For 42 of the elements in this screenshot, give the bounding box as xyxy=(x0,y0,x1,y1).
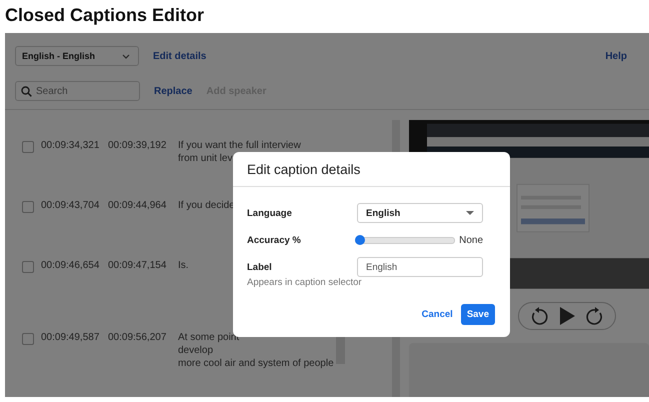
end-time: 00:09:44,964 xyxy=(108,200,168,211)
start-time: 00:09:46,654 xyxy=(41,260,100,271)
checkbox[interactable] xyxy=(22,333,34,345)
start-time: 00:09:34,321 xyxy=(41,140,100,151)
end-time: 00:09:39,192 xyxy=(108,140,168,151)
search-icon xyxy=(21,86,32,97)
language-dropdown[interactable]: English - English xyxy=(15,46,139,66)
rewind-icon[interactable] xyxy=(530,306,548,325)
caption-text: more cool air and system of people xyxy=(178,358,334,369)
start-time: 00:09:49,587 xyxy=(41,332,100,343)
caret-icon xyxy=(466,211,474,215)
end-time: 00:09:56,207 xyxy=(108,332,168,343)
checkbox[interactable] xyxy=(22,201,34,213)
help-link[interactable]: Help xyxy=(605,50,627,62)
field-hint: Appears in caption selector xyxy=(247,277,363,288)
play-icon[interactable] xyxy=(558,306,575,325)
end-time: 00:09:47,154 xyxy=(108,260,168,271)
caption-text: If you want the full interview xyxy=(178,140,301,151)
caption-text: develop xyxy=(178,345,214,356)
action-link[interactable]: Replace xyxy=(154,86,192,96)
page-title: Closed Captions Editor xyxy=(4,4,206,27)
slider[interactable] xyxy=(355,236,456,244)
field-label: Accuracy % xyxy=(247,234,302,246)
caption-text: Is. xyxy=(178,260,189,271)
field-label: Label xyxy=(247,262,273,272)
forward-icon[interactable] xyxy=(586,306,604,325)
save-button[interactable]: Save xyxy=(460,304,495,325)
checkbox[interactable] xyxy=(22,261,34,273)
label-input[interactable]: English xyxy=(357,257,483,277)
edit-details-link[interactable]: Edit details xyxy=(153,50,206,62)
field-label: Language xyxy=(247,208,293,218)
search-field[interactable]: Search xyxy=(15,81,140,101)
slider-value: None xyxy=(459,234,483,246)
slider-thumb[interactable] xyxy=(355,234,366,244)
cancel-button[interactable]: Cancel xyxy=(422,309,453,320)
language-select[interactable]: English xyxy=(357,203,483,223)
chevron-icon xyxy=(122,54,130,58)
start-time: 00:09:43,704 xyxy=(41,200,100,211)
dialog-title: Edit caption details xyxy=(233,152,510,187)
caption-text: from unit lev xyxy=(178,153,234,164)
checkbox[interactable] xyxy=(22,141,34,153)
caption-text: If you decide xyxy=(178,200,235,211)
